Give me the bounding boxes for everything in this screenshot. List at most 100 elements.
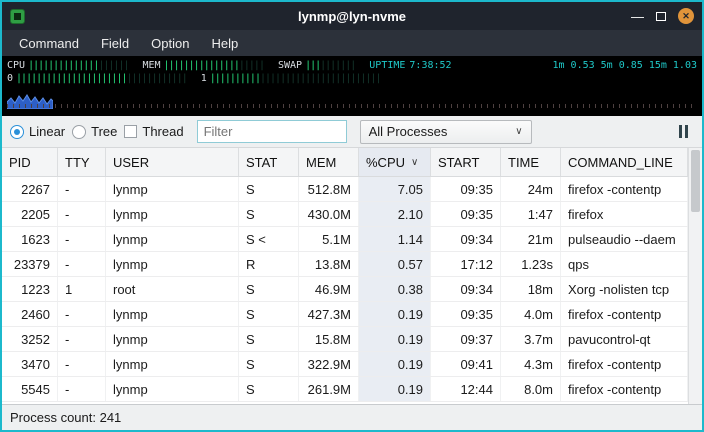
- cell-time: 1.23s: [501, 252, 561, 276]
- column-header-pid[interactable]: PID: [2, 148, 58, 176]
- app-window: lynmp@lyn-nvme — ✕ Command Field Option …: [0, 0, 704, 432]
- cell-command: firefox -contentp: [561, 177, 688, 201]
- cell-cpu: 0.57: [359, 252, 431, 276]
- cell-user: lynmp: [106, 352, 239, 376]
- swap-meter: SWAP ||||||||||: [278, 60, 355, 71]
- column-header-cpu[interactable]: %CPU ∨: [359, 148, 431, 176]
- table-row[interactable]: 2205 - lynmp S 430.0M 2.10 09:35 1:47 fi…: [2, 202, 688, 227]
- process-table: PID TTY USER STAT MEM %CPU ∨ START TIME …: [2, 148, 702, 404]
- cell-command: firefox -contentp: [561, 302, 688, 326]
- cell-cpu: 1.14: [359, 227, 431, 251]
- cpu-meter: CPU ||||||||||||||||||||: [7, 60, 128, 71]
- cell-mem: 427.3M: [299, 302, 359, 326]
- cell-time: 21m: [501, 227, 561, 251]
- history-graph-row: [7, 87, 697, 109]
- pause-icon: [685, 125, 688, 138]
- thread-checkbox[interactable]: Thread: [124, 124, 183, 139]
- table-row[interactable]: 1623 - lynmp S < 5.1M 1.14 09:34 21m pul…: [2, 227, 688, 252]
- cell-command: pavucontrol-qt: [561, 327, 688, 351]
- close-button[interactable]: ✕: [678, 8, 694, 24]
- cell-stat: S <: [239, 227, 299, 251]
- cell-start: 09:35: [431, 177, 501, 201]
- table-row[interactable]: 2267 - lynmp S 512.8M 7.05 09:35 24m fir…: [2, 177, 688, 202]
- cell-command: firefox -contentp: [561, 352, 688, 376]
- process-table-body: 2267 - lynmp S 512.8M 7.05 09:35 24m fir…: [2, 177, 688, 404]
- menu-help[interactable]: Help: [200, 32, 249, 55]
- cell-pid: 3252: [2, 327, 58, 351]
- radio-icon: [72, 125, 86, 139]
- table-row[interactable]: 5545 - lynmp S 261.9M 0.19 12:44 8.0m fi…: [2, 377, 688, 402]
- table-row[interactable]: 23379 - lynmp R 13.8M 0.57 17:12 1.23s q…: [2, 252, 688, 277]
- column-header-stat[interactable]: STAT: [239, 148, 299, 176]
- filter-input[interactable]: [197, 120, 347, 143]
- cell-command: pulseaudio --daem: [561, 227, 688, 251]
- minimize-button[interactable]: —: [631, 10, 644, 23]
- cell-time: 8.0m: [501, 377, 561, 401]
- radio-icon: [10, 125, 24, 139]
- column-header-start[interactable]: START: [431, 148, 501, 176]
- column-header-mem[interactable]: MEM: [299, 148, 359, 176]
- monitor-line-2: 0 |||||||||||||||||||||||||||||||||| 1 |…: [7, 72, 697, 85]
- cell-stat: S: [239, 352, 299, 376]
- cell-pid: 3470: [2, 352, 58, 376]
- cell-cpu: 0.19: [359, 327, 431, 351]
- cell-pid: 1223: [2, 277, 58, 301]
- column-header-tty[interactable]: TTY: [58, 148, 106, 176]
- pause-button[interactable]: [673, 121, 694, 142]
- cell-start: 09:34: [431, 227, 501, 251]
- cell-stat: S: [239, 327, 299, 351]
- table-row[interactable]: 3252 - lynmp S 15.8M 0.19 09:37 3.7m pav…: [2, 327, 688, 352]
- cell-start: 12:44: [431, 377, 501, 401]
- linear-radio[interactable]: Linear: [10, 124, 65, 139]
- menu-option[interactable]: Option: [140, 32, 200, 55]
- column-header-user[interactable]: USER: [106, 148, 239, 176]
- linear-label: Linear: [29, 124, 65, 139]
- cell-cpu: 0.38: [359, 277, 431, 301]
- scrollbar-thumb[interactable]: [691, 150, 700, 212]
- cell-tty: -: [58, 252, 106, 276]
- uptime-value: 7:38:52: [409, 60, 451, 71]
- column-header-command[interactable]: COMMAND_LINE: [561, 148, 688, 176]
- cell-command: firefox -contentp: [561, 377, 688, 401]
- cell-tty: -: [58, 352, 106, 376]
- cell-mem: 261.9M: [299, 377, 359, 401]
- column-header-time[interactable]: TIME: [501, 148, 561, 176]
- cell-pid: 23379: [2, 252, 58, 276]
- cell-tty: -: [58, 227, 106, 251]
- pause-icon: [679, 125, 682, 138]
- cell-start: 09:35: [431, 302, 501, 326]
- cell-cpu: 7.05: [359, 177, 431, 201]
- cell-cpu: 0.19: [359, 352, 431, 376]
- vertical-scrollbar[interactable]: [688, 148, 702, 404]
- cell-time: 4.3m: [501, 352, 561, 376]
- process-count: Process count: 241: [10, 410, 121, 425]
- cell-mem: 430.0M: [299, 202, 359, 226]
- system-monitor: CPU |||||||||||||||||||| MEM |||||||||||…: [2, 56, 702, 116]
- cell-time: 1:47: [501, 202, 561, 226]
- core0-meter: 0 ||||||||||||||||||||||||||||||||||: [7, 73, 187, 84]
- cell-cpu: 0.19: [359, 302, 431, 326]
- table-row[interactable]: 1223 1 root S 46.9M 0.38 09:34 18m Xorg …: [2, 277, 688, 302]
- cell-tty: -: [58, 377, 106, 401]
- app-icon[interactable]: [10, 9, 25, 24]
- cell-command: firefox: [561, 202, 688, 226]
- maximize-button[interactable]: [656, 12, 666, 21]
- cell-command: Xorg -nolisten tcp: [561, 277, 688, 301]
- cell-cpu: 2.10: [359, 202, 431, 226]
- cell-time: 4.0m: [501, 302, 561, 326]
- menu-field[interactable]: Field: [90, 32, 140, 55]
- uptime-label: UPTIME: [369, 60, 405, 71]
- cell-user: lynmp: [106, 177, 239, 201]
- table-row[interactable]: 3470 - lynmp S 322.9M 0.19 09:41 4.3m fi…: [2, 352, 688, 377]
- cell-stat: S: [239, 277, 299, 301]
- cell-pid: 2460: [2, 302, 58, 326]
- cell-time: 24m: [501, 177, 561, 201]
- table-row[interactable]: 2460 - lynmp S 427.3M 0.19 09:35 4.0m fi…: [2, 302, 688, 327]
- tree-radio[interactable]: Tree: [72, 124, 117, 139]
- cell-pid: 2205: [2, 202, 58, 226]
- cell-stat: S: [239, 302, 299, 326]
- cell-mem: 322.9M: [299, 352, 359, 376]
- menu-command[interactable]: Command: [8, 32, 90, 55]
- cell-tty: -: [58, 202, 106, 226]
- process-scope-select[interactable]: All Processes ∨: [360, 120, 532, 144]
